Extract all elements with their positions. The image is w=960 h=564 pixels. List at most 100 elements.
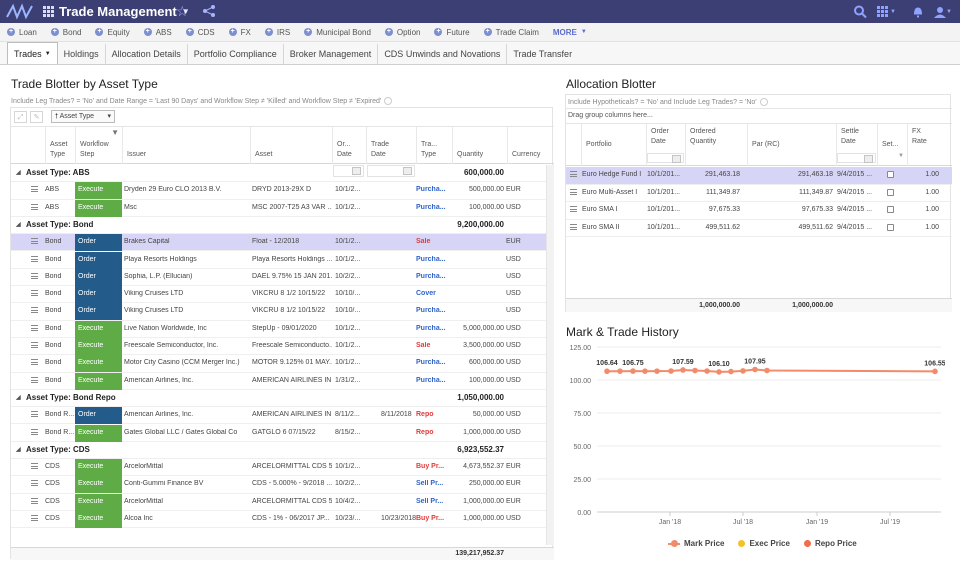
row-menu-icon[interactable]: [31, 238, 38, 245]
asset-nav-irs[interactable]: + IRS: [264, 28, 290, 37]
asset-nav-fx[interactable]: + FX: [228, 28, 251, 37]
table-row[interactable]: ABS Execute Msc MSC 2007-T25 A3 VAR ... 10/1…: [11, 199, 554, 217]
settled-checkbox[interactable]: [887, 171, 894, 178]
group-row[interactable]: ◢ Asset Type: Bond 9,200,000.00: [11, 217, 554, 234]
legend-item[interactable]: Exec Price: [738, 539, 790, 548]
table-row[interactable]: Bond Order Sophia, L.P. (Ellucian) DAEL 9.7…: [11, 268, 554, 287]
row-menu-icon[interactable]: [31, 186, 38, 193]
table-row[interactable]: Bond Execute Freescale Semiconductor, Inc.…: [11, 338, 554, 356]
group-by-chip[interactable]: 🠕 Asset Type ▾: [51, 110, 115, 123]
row-menu-icon[interactable]: [570, 206, 577, 213]
legend-item[interactable]: Repo Price: [803, 539, 857, 548]
row-menu-icon[interactable]: [31, 515, 38, 521]
allocation-row[interactable]: Euro Hedge Fund I 10/1/201... 291,463.18 29…: [566, 167, 952, 185]
trade-filter-summary[interactable]: Include Leg Trades? = 'No' and Date Rang…: [11, 97, 393, 105]
calendar-icon[interactable]: [864, 155, 873, 163]
info-icon[interactable]: [384, 97, 393, 105]
row-menu-icon[interactable]: [570, 223, 577, 230]
bell-icon[interactable]: [912, 4, 924, 19]
allocation-row[interactable]: Euro SMA II 10/1/201... 499,511.62 499,511.…: [566, 220, 952, 238]
col-quantity[interactable]: Quantity: [452, 127, 507, 164]
search-icon[interactable]: [853, 4, 867, 19]
mark-price-point[interactable]: [642, 368, 648, 374]
table-row[interactable]: CDS Execute ArcelorMittal ARCELORMITTAL CDS…: [11, 459, 554, 477]
mark-price-point[interactable]: [704, 368, 710, 374]
tab-broker-management[interactable]: Broker Management: [284, 44, 379, 64]
row-menu-icon[interactable]: [31, 324, 38, 331]
mark-price-point[interactable]: [654, 368, 660, 374]
expand-icon[interactable]: ⤢: [14, 111, 27, 123]
collapse-arrow-icon[interactable]: ◢: [16, 221, 21, 228]
mark-price-point[interactable]: [630, 368, 636, 374]
group-row[interactable]: ◢ Asset Type: ABS 600,000.00: [11, 165, 554, 182]
asset-nav-cds[interactable]: + CDS: [185, 28, 215, 37]
apps-grid-icon[interactable]: ▼: [877, 4, 896, 19]
row-menu-icon[interactable]: [570, 171, 577, 177]
mark-price-point[interactable]: [716, 369, 722, 375]
group-row[interactable]: ◢ Asset Type: CDS 6,923,552.37: [11, 442, 554, 459]
col-asset[interactable]: Asset: [250, 127, 332, 164]
table-row[interactable]: Bond Execute American Airlines, Inc. AMERIC…: [11, 372, 554, 390]
asset-nav-bond[interactable]: + Bond: [50, 28, 81, 37]
settle-date-filter[interactable]: [837, 153, 876, 163]
table-row[interactable]: CDS Execute Conti-Gummi Finance BV CDS - 5.…: [11, 476, 554, 494]
col-ordered-quantity[interactable]: Ordered Quantity: [685, 124, 747, 166]
table-row[interactable]: CDS Execute Alcoa Inc CDS - 1% - 06/2017 JP…: [11, 511, 554, 529]
col-trade-date[interactable]: Trade Date: [366, 127, 416, 164]
tab-portfolio-compliance[interactable]: Portfolio Compliance: [188, 44, 284, 64]
col-issuer[interactable]: Issuer: [122, 127, 250, 164]
table-row[interactable]: Bond Order Viking Cruises LTD VIKCRU 8 1/2 …: [11, 286, 554, 304]
col-workflow-step[interactable]: Workflow Step ▼: [75, 127, 122, 164]
tab-cds-unwinds-and-novations[interactable]: CDS Unwinds and Novations: [378, 44, 508, 64]
table-row[interactable]: Bond R... Order American Airlines, Inc. AME…: [11, 407, 554, 425]
collapse-arrow-icon[interactable]: ◢: [16, 446, 21, 453]
tab-trade-transfer[interactable]: Trade Transfer: [507, 44, 578, 64]
mark-price-point[interactable]: [680, 367, 686, 373]
table-row[interactable]: Bond R... Execute Gates Global LLC / Gates…: [11, 424, 554, 442]
row-menu-icon[interactable]: [31, 307, 38, 314]
scrollbar[interactable]: [546, 165, 554, 545]
star-icon[interactable]: ☆: [176, 3, 189, 20]
mark-price-point[interactable]: [752, 366, 758, 373]
group-row[interactable]: ◢ Asset Type: Bond Repo 1,050,000.00: [11, 390, 554, 407]
mark-price-point[interactable]: [932, 368, 938, 375]
row-menu-icon[interactable]: [31, 203, 38, 210]
row-menu-icon[interactable]: [31, 497, 38, 504]
asset-nav-option[interactable]: + Option: [384, 28, 420, 37]
allocation-filter-summary[interactable]: Include Hypotheticals? = 'No' and Includ…: [566, 95, 952, 109]
allocation-row[interactable]: Euro Multi-Asset I 10/1/201... 111,349.87 1…: [566, 185, 952, 203]
asset-nav-trade-claim[interactable]: + Trade Claim: [483, 28, 539, 37]
chevron-down-icon[interactable]: ▼: [898, 153, 904, 159]
asset-nav-equity[interactable]: + Equity: [95, 28, 130, 37]
collapse-arrow-icon[interactable]: ◢: [16, 394, 21, 401]
allocation-row[interactable]: Euro SMA I 10/1/201... 97,675.33 97,675.33 9…: [566, 202, 952, 220]
calendar-icon[interactable]: [672, 155, 681, 163]
row-menu-icon[interactable]: [31, 342, 38, 348]
app-logo-icon[interactable]: [5, 3, 35, 20]
mark-price-point[interactable]: [728, 368, 734, 375]
col-order-date[interactable]: Or... Date: [332, 127, 366, 164]
row-menu-icon[interactable]: [570, 188, 577, 195]
row-menu-icon[interactable]: [31, 255, 38, 262]
drag-group-hint[interactable]: Drag group columns here...: [566, 109, 952, 124]
row-menu-icon[interactable]: [31, 376, 38, 383]
share-icon[interactable]: [202, 4, 216, 18]
table-row[interactable]: CDS Execute ArcelorMittal ARCELORMITTAL CDS…: [11, 493, 554, 511]
filter-icon[interactable]: ▼: [111, 128, 119, 137]
mark-price-point[interactable]: [740, 368, 746, 374]
table-row[interactable]: Bond Execute Motor City Casino (CCM Merger…: [11, 355, 554, 373]
asset-nav-abs[interactable]: + ABS: [143, 28, 172, 37]
col-fx-rate[interactable]: FX Rate: [907, 124, 952, 166]
row-menu-icon[interactable]: [31, 480, 38, 487]
mark-price-point[interactable]: [692, 367, 698, 374]
info-icon[interactable]: [759, 98, 768, 106]
col-par[interactable]: Par (RC): [747, 124, 836, 166]
mark-price-point[interactable]: [604, 368, 610, 375]
settled-checkbox[interactable]: [887, 206, 894, 214]
settled-checkbox[interactable]: [887, 188, 894, 196]
mark-price-point[interactable]: [668, 368, 674, 374]
col-asset-type[interactable]: Asset Type: [45, 127, 75, 164]
table-row[interactable]: Bond Order Playa Resorts Holdings Playa Res…: [11, 251, 554, 269]
row-menu-icon[interactable]: [31, 428, 38, 435]
col-trade-type[interactable]: Tra... Type: [416, 127, 452, 164]
